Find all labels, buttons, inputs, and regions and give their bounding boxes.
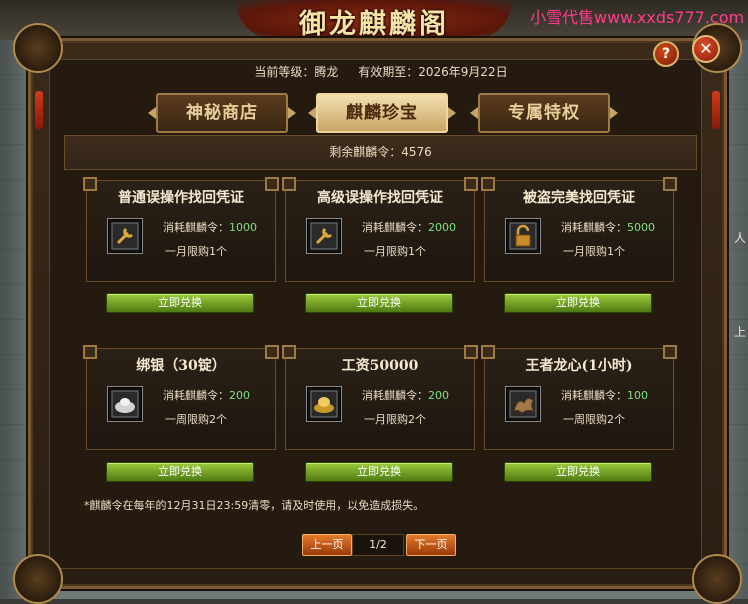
item-card-advanced-recovery: 高级误操作找回凭证 消耗麒麟令：2000 一月限购1个	[282, 177, 478, 282]
tab-label: 专属特权	[508, 103, 580, 123]
wrench-icon	[306, 218, 342, 254]
item-card-normal-recovery: 普通误操作找回凭证 消耗麒麟令：1000 一月限购1个	[83, 177, 279, 282]
remaining-tokens-bar: 剩余麒麟令：4576	[64, 135, 697, 170]
card-cost: 消耗麒麟令：200	[362, 389, 449, 402]
lock-icon	[505, 218, 541, 254]
close-button[interactable]: ✕	[692, 35, 720, 63]
corner-ornament-top-left	[13, 23, 63, 73]
help-button[interactable]: ?	[653, 41, 679, 67]
corner-ornament-bottom-left	[13, 554, 63, 604]
tab-mystery-shop[interactable]: 神秘商店	[148, 93, 296, 133]
card-title: 工资50000	[341, 358, 419, 374]
card-title: 绑银（30锭）	[136, 358, 226, 374]
level-info-bar: 当前等级：腾龙 有效期至：2026年9月22日	[81, 59, 681, 85]
card-cost: 消耗麒麟令：200	[163, 389, 250, 402]
card-title: 高级误操作找回凭证	[317, 190, 443, 206]
dragon-icon	[505, 386, 541, 422]
card-limit: 一月限购2个	[364, 413, 426, 426]
redeem-button[interactable]: 立即兑换	[504, 293, 652, 313]
next-page-button[interactable]: 下一页	[406, 534, 456, 556]
gold-ingot-icon	[306, 386, 342, 422]
cost-value: 1000	[229, 221, 257, 234]
card-limit: 一月限购1个	[563, 245, 625, 258]
item-card-theft-recovery: 被盗完美找回凭证 消耗麒麟令：5000 一月限购1个	[481, 177, 677, 282]
cost-value: 200	[229, 389, 250, 402]
tab-label: 麒麟珍宝	[346, 103, 418, 123]
close-icon: ✕	[699, 39, 713, 58]
card-cost: 消耗麒麟令：2000	[362, 221, 456, 234]
card-title: 被盗完美找回凭证	[523, 190, 635, 206]
remaining-tokens-label: 剩余麒麟令：4576	[329, 145, 432, 159]
title-plaque: 御龙麒麟阁	[236, 0, 512, 40]
background-text-1: 人	[733, 231, 746, 245]
card-limit: 一周限购2个	[165, 413, 227, 426]
card-limit: 一月限购1个	[165, 245, 227, 258]
wrench-icon	[107, 218, 143, 254]
card-limit: 一周限购2个	[563, 413, 625, 426]
prev-page-button[interactable]: 上一页	[302, 534, 352, 556]
card-cost: 消耗麒麟令：1000	[163, 221, 257, 234]
card-title: 普通误操作找回凭证	[118, 190, 244, 206]
window-title: 御龙麒麟阁	[299, 9, 449, 40]
tab-qilin-treasure[interactable]: 麒麟珍宝	[308, 93, 456, 133]
cost-value: 5000	[627, 221, 655, 234]
redeem-button[interactable]: 立即兑换	[106, 462, 254, 482]
corner-ornament-bottom-right	[692, 554, 742, 604]
tab-exclusive-privilege[interactable]: 专属特权	[470, 93, 618, 133]
card-limit: 一月限购1个	[364, 245, 426, 258]
redeem-button[interactable]: 立即兑换	[504, 462, 652, 482]
reset-notice: *麒麟令在每年的12月31日23:59清零，请及时使用，以免造成损失。	[84, 499, 425, 512]
tab-label: 神秘商店	[186, 103, 258, 123]
lantern-left	[35, 91, 43, 129]
silver-ingot-icon	[107, 386, 143, 422]
current-level-label: 当前等级：腾龙	[254, 65, 339, 79]
item-card-salary: 工资50000 消耗麒麟令：200 一月限购2个	[282, 345, 478, 450]
redeem-button[interactable]: 立即兑换	[305, 462, 453, 482]
question-icon: ?	[661, 46, 671, 62]
expire-date-label: 有效期至：2026年9月22日	[358, 65, 508, 79]
cost-value: 2000	[428, 221, 456, 234]
cost-value: 100	[627, 389, 648, 402]
redeem-button[interactable]: 立即兑换	[305, 293, 453, 313]
card-cost: 消耗麒麟令：5000	[561, 221, 655, 234]
item-card-bound-silver: 绑银（30锭） 消耗麒麟令：200 一周限购2个	[83, 345, 279, 450]
redeem-button[interactable]: 立即兑换	[106, 293, 254, 313]
card-cost: 消耗麒麟令：100	[561, 389, 648, 402]
lantern-right	[712, 91, 720, 129]
page-indicator: 1/2	[352, 534, 404, 556]
card-title: 王者龙心(1小时)	[525, 358, 633, 374]
background-text-2: 上	[733, 325, 746, 339]
item-card-king-dragon-heart: 王者龙心(1小时) 消耗麒麟令：100 一周限购2个	[481, 345, 677, 450]
cost-value: 200	[428, 389, 449, 402]
